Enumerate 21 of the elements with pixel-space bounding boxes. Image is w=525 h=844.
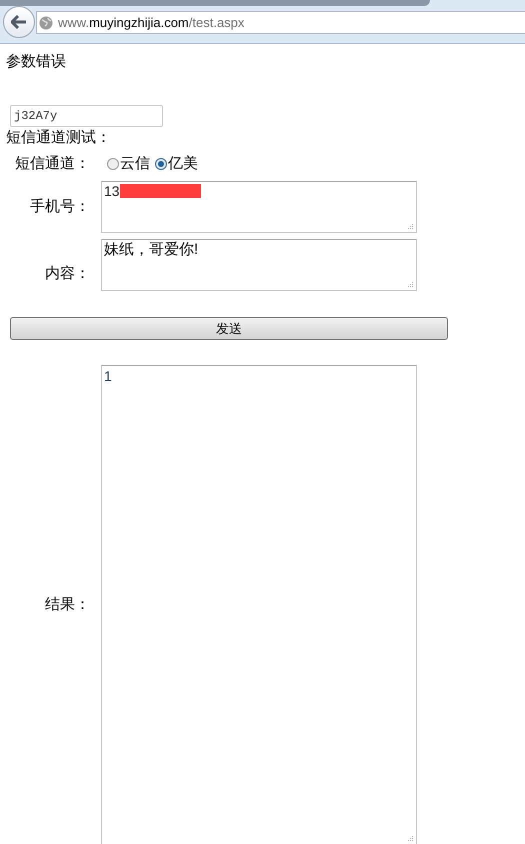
- field-label: 内容：: [44, 264, 90, 284]
- send-button[interactable]: 发送: [10, 317, 448, 340]
- field-label: 结果：: [44, 594, 90, 615]
- radio-button[interactable]: [155, 158, 167, 170]
- back-button[interactable]: [3, 6, 35, 38]
- error-message: 参数错误: [6, 52, 67, 72]
- field-label: 短信通道：: [14, 154, 90, 174]
- result-field[interactable]: 1: [101, 365, 417, 844]
- radio-label: 云信: [120, 154, 150, 174]
- code-field[interactable]: j32A7y: [10, 105, 163, 127]
- radio-label: 亿美: [168, 154, 198, 174]
- section-title: 短信通道测试：: [6, 128, 112, 148]
- phone-field[interactable]: 13: [101, 181, 417, 233]
- content-field[interactable]: 妹纸，哥爱你!: [101, 239, 417, 291]
- back-arrow-icon: [11, 15, 27, 29]
- globe-icon: [39, 16, 53, 30]
- phone-text: 13: [104, 182, 120, 200]
- field-label: 手机号：: [29, 196, 90, 217]
- address-bar[interactable]: www.muyingzhijia.com/test.aspx: [36, 11, 525, 34]
- url-text: www.muyingzhijia.com/test.aspx: [58, 14, 244, 32]
- radio-button[interactable]: [107, 158, 119, 170]
